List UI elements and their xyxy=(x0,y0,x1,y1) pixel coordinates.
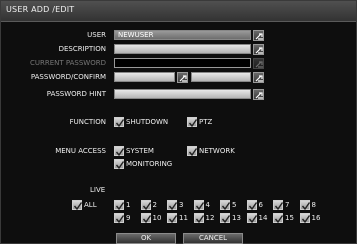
checkmark-icon xyxy=(73,202,83,211)
function-label: FUNCTION xyxy=(69,118,106,126)
checkmark-icon xyxy=(195,215,204,224)
current-password-field xyxy=(114,58,251,68)
keyboard-icon xyxy=(255,61,263,68)
shutdown-label: SHUTDOWN xyxy=(126,118,169,126)
checkmark-icon xyxy=(188,148,198,157)
system-checkbox[interactable] xyxy=(114,146,125,157)
live-channel-5-checkbox[interactable] xyxy=(220,200,231,211)
live-channel-12-label: 12 xyxy=(205,214,215,222)
keyboard-icon xyxy=(255,33,263,40)
live-channel-16-checkbox[interactable] xyxy=(299,213,310,224)
live-channel-10-label: 10 xyxy=(152,214,162,222)
checkmark-icon xyxy=(142,202,151,211)
password-hint-field[interactable] xyxy=(114,89,251,99)
user-add-edit-dialog: USER ADD /EDIT USER NEWUSER DESCRIPTION … xyxy=(0,0,357,244)
live-channel-10-checkbox[interactable] xyxy=(140,213,151,224)
checkmark-icon xyxy=(168,215,178,224)
keyboard-icon xyxy=(255,92,263,99)
user-keyboard-button[interactable] xyxy=(253,30,264,41)
live-channel-5-label: 5 xyxy=(232,201,237,209)
ptz-label: PTZ xyxy=(199,118,213,126)
network-checkbox[interactable] xyxy=(187,146,198,157)
cancel-button[interactable]: CANCEL xyxy=(183,233,243,244)
live-channel-7-label: 7 xyxy=(285,201,290,209)
live-channel-4-label: 4 xyxy=(205,201,210,209)
checkmark-icon xyxy=(188,119,198,128)
password-hint-keyboard-button[interactable] xyxy=(253,89,264,100)
password-field[interactable] xyxy=(114,72,175,82)
live-channel-8-label: 8 xyxy=(311,201,316,209)
live-all-checkbox[interactable] xyxy=(72,200,83,211)
checkmark-icon xyxy=(274,202,284,211)
current-password-keyboard-button xyxy=(253,58,264,69)
live-channel-11-checkbox[interactable] xyxy=(167,213,178,224)
checkmark-icon xyxy=(168,202,178,211)
live-channel-16-label: 16 xyxy=(311,214,321,222)
live-channel-15-label: 15 xyxy=(285,214,294,222)
checkmark-icon xyxy=(301,202,310,211)
live-channel-6-label: 6 xyxy=(258,201,263,209)
checkmark-icon xyxy=(115,215,125,224)
password-confirm-label: PASSWORD/CONFIRM xyxy=(30,73,106,81)
live-channel-3-label: 3 xyxy=(179,201,184,209)
checkmark-icon xyxy=(274,215,284,224)
checkmark-icon xyxy=(221,215,231,224)
live-channel-4-checkbox[interactable] xyxy=(193,200,204,211)
checkmark-icon xyxy=(195,202,204,211)
live-channel-1-label: 1 xyxy=(126,201,131,209)
checkmark-icon xyxy=(115,161,125,170)
window-title: USER ADD /EDIT xyxy=(6,5,75,14)
confirm-keyboard-button[interactable] xyxy=(253,72,264,83)
shutdown-checkbox[interactable] xyxy=(114,117,125,128)
live-channel-2-checkbox[interactable] xyxy=(140,200,151,211)
keyboard-icon xyxy=(179,75,187,82)
live-channel-2-label: 2 xyxy=(152,201,157,209)
password-hint-label: PASSWORD HINT xyxy=(46,90,106,98)
keyboard-icon xyxy=(255,47,263,54)
current-password-label: CURRENT PASSWORD xyxy=(29,59,106,67)
live-channel-9-checkbox[interactable] xyxy=(114,213,125,224)
checkmark-icon xyxy=(115,119,125,128)
live-channel-1-checkbox[interactable] xyxy=(114,200,125,211)
live-channel-14-checkbox[interactable] xyxy=(246,213,257,224)
network-label: NETWORK xyxy=(199,147,235,155)
menu-access-label: MENU ACCESS xyxy=(55,147,106,155)
checkmark-icon xyxy=(142,215,151,224)
monitoring-label: MONITORING xyxy=(126,160,173,168)
checkmark-icon xyxy=(301,215,310,224)
user-label: USER xyxy=(87,31,106,39)
description-keyboard-button[interactable] xyxy=(253,44,264,55)
live-channel-13-label: 13 xyxy=(232,214,241,222)
checkmark-icon xyxy=(248,215,257,224)
live-channel-6-checkbox[interactable] xyxy=(246,200,257,211)
live-channel-11-label: 11 xyxy=(179,214,188,222)
checkmark-icon xyxy=(115,148,125,157)
system-label: SYSTEM xyxy=(126,147,154,155)
live-channel-14-label: 14 xyxy=(258,214,268,222)
keyboard-icon xyxy=(255,75,263,82)
live-channel-3-checkbox[interactable] xyxy=(167,200,178,211)
checkmark-icon xyxy=(115,202,125,211)
monitoring-checkbox[interactable] xyxy=(114,159,125,170)
ptz-checkbox[interactable] xyxy=(187,117,198,128)
description-field[interactable] xyxy=(114,44,251,54)
user-field[interactable]: NEWUSER xyxy=(114,30,251,40)
live-channel-9-label: 9 xyxy=(126,214,131,222)
checkmark-icon xyxy=(248,202,257,211)
live-channel-15-checkbox[interactable] xyxy=(273,213,284,224)
title-bar: USER ADD /EDIT xyxy=(1,1,356,22)
live-channel-12-checkbox[interactable] xyxy=(193,213,204,224)
live-channel-13-checkbox[interactable] xyxy=(220,213,231,224)
checkmark-icon xyxy=(221,202,231,211)
live-label: LIVE xyxy=(90,186,106,194)
live-channel-8-checkbox[interactable] xyxy=(299,200,310,211)
live-channel-7-checkbox[interactable] xyxy=(273,200,284,211)
description-label: DESCRIPTION xyxy=(58,45,106,53)
password-keyboard-button[interactable] xyxy=(177,72,188,83)
ok-button[interactable]: OK xyxy=(116,233,176,244)
confirm-password-field[interactable] xyxy=(191,72,251,82)
live-all-label: ALL xyxy=(84,201,97,209)
